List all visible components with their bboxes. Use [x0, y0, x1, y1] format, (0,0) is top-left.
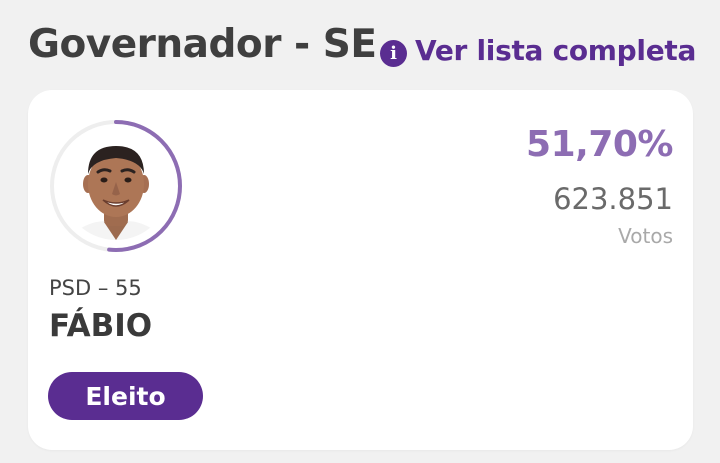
avatar — [48, 118, 184, 254]
votes-label: Votos — [618, 224, 673, 248]
full-list-label: Ver lista completa — [415, 33, 697, 67]
full-list-link[interactable]: i Ver lista completa — [380, 30, 696, 70]
candidate-card: PSD – 55 FÁBIO Eleito 51,70% 623.851 Vot… — [28, 90, 693, 450]
info-icon: i — [380, 39, 407, 67]
vote-share-ring — [50, 120, 182, 252]
status-badge: Eleito — [48, 372, 203, 420]
race-header: Governador - SE i Ver lista completa — [28, 22, 698, 78]
vote-percent: 51,70% — [526, 124, 673, 165]
race-title: Governador - SE — [28, 22, 377, 67]
party-label: PSD – 55 — [49, 276, 142, 300]
candidate-name: FÁBIO — [49, 308, 153, 344]
vote-count: 623.851 — [553, 182, 673, 216]
